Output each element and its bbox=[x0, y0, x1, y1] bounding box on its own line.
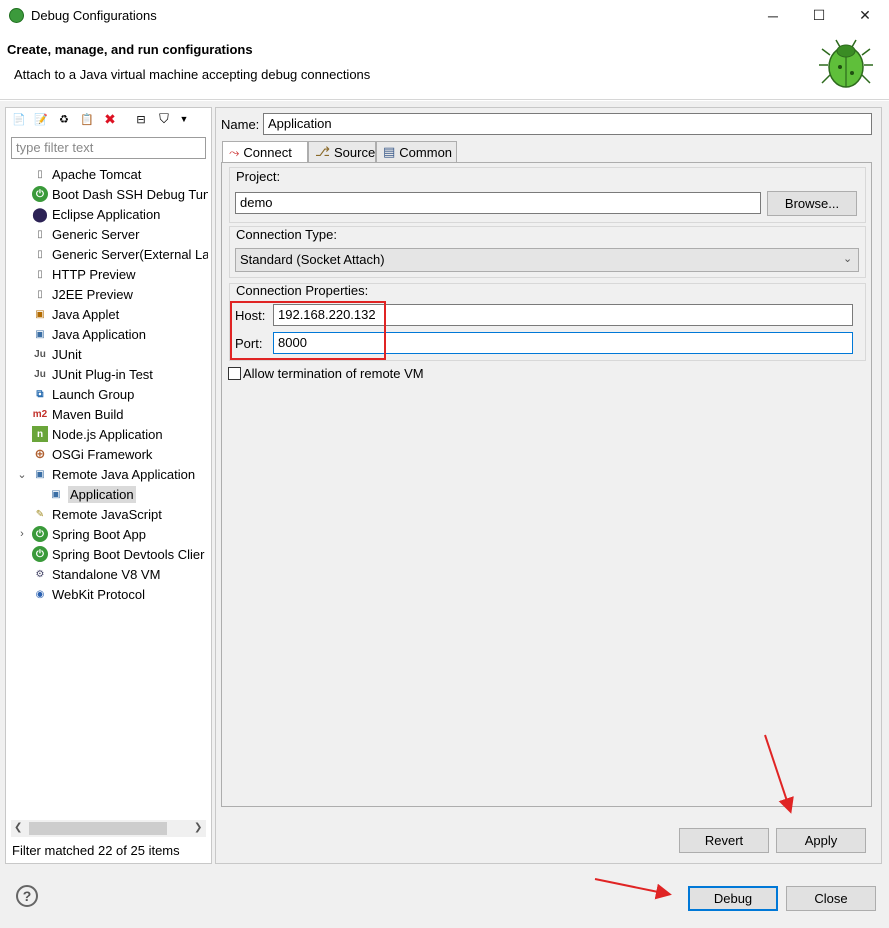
arrow-to-apply bbox=[764, 734, 794, 814]
arrow-to-debug bbox=[594, 878, 672, 900]
annotation-arrows bbox=[594, 734, 794, 900]
